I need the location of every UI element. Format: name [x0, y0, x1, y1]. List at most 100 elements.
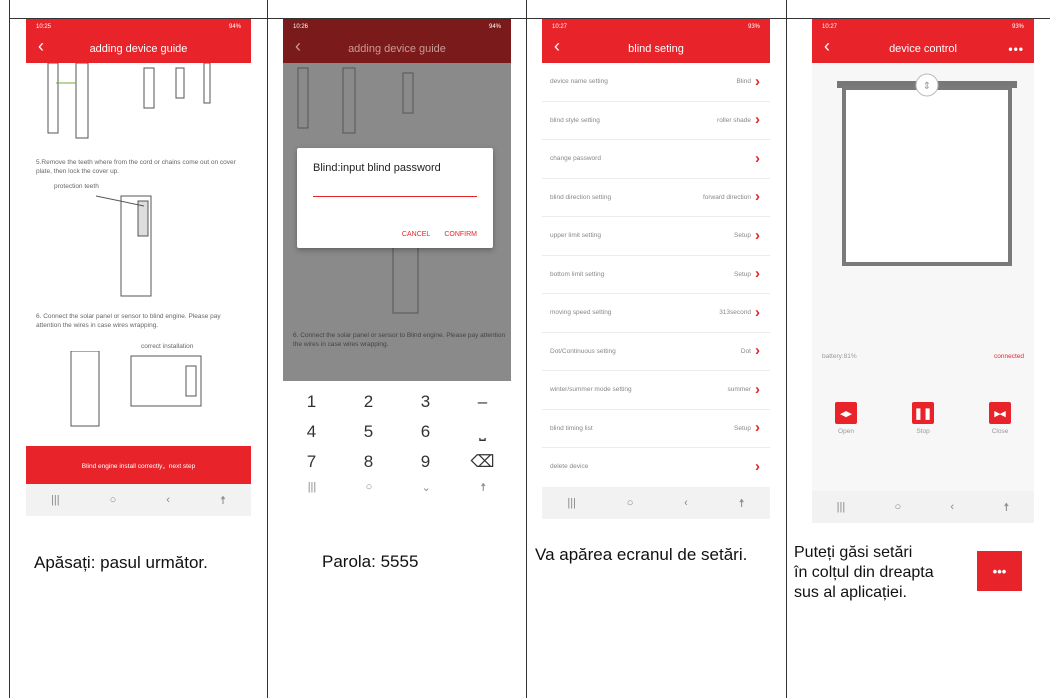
key-9[interactable]: 9 — [397, 452, 454, 472]
open-icon[interactable]: ◂▸ — [835, 402, 857, 424]
setting-label: bottom limit setting — [550, 270, 605, 278]
key-2[interactable]: 2 — [340, 392, 397, 412]
setting-blind-style[interactable]: blind style setting roller shade › — [542, 101, 770, 140]
back-icon[interactable]: ‹ — [38, 36, 44, 57]
home-icon[interactable]: ○ — [110, 494, 117, 506]
space-key-icon[interactable]: ⎵ — [454, 422, 511, 442]
status-battery: 93% — [1011, 23, 1024, 30]
setting-dot-continuous[interactable]: Dot/Continuous setting Dot › — [542, 332, 770, 371]
android-nav-bar: ||| ○ ‹ ☨ — [26, 484, 251, 516]
setting-winter-summer[interactable]: winter/summer mode setting summer › — [542, 371, 770, 410]
key-6[interactable]: 6 — [397, 422, 454, 442]
password-input[interactable] — [313, 196, 477, 197]
status-time: 10:25 — [36, 23, 52, 30]
home-icon[interactable]: ○ — [627, 497, 634, 509]
recents-icon[interactable]: ||| — [51, 494, 60, 506]
setting-value: Dot — [740, 347, 751, 355]
setting-delete-device[interactable]: delete device › — [542, 448, 770, 486]
accessibility-icon[interactable]: ☨ — [480, 481, 486, 494]
stop-control[interactable]: ❚❚ Stop — [903, 402, 943, 435]
setting-moving-speed[interactable]: moving speed setting 313second › — [542, 294, 770, 333]
recents-icon[interactable]: ||| — [308, 481, 317, 493]
table-border — [526, 0, 527, 698]
accessibility-icon[interactable]: ☨ — [1003, 501, 1009, 514]
status-time: 10:27 — [552, 23, 568, 30]
status-time: 10:26 — [293, 23, 309, 30]
setting-value: Setup — [734, 232, 751, 240]
chevron-right-icon: › — [755, 303, 760, 321]
caption-more-menu: Puteți găsi setări în colțul din dreapta… — [794, 543, 934, 603]
key-8[interactable]: 8 — [340, 452, 397, 472]
back-icon[interactable]: ‹ — [295, 36, 301, 57]
blind-preview: ⇕ — [837, 73, 1017, 266]
cancel-button[interactable]: CANCEL — [402, 231, 430, 238]
chevron-right-icon: › — [755, 265, 760, 283]
backspace-key-icon[interactable]: ⌫ — [454, 452, 511, 472]
caption-line: Puteți găsi setări — [794, 544, 913, 561]
step6-text: 6. Connect the solar panel or sensor to … — [36, 313, 221, 329]
chevron-right-icon: › — [755, 188, 760, 206]
setting-label: blind timing list — [550, 424, 593, 432]
caption-password: Parola: 5555 — [322, 552, 419, 571]
phone-screen-password: 10:26 94% ‹ adding device guide 6. Connec… — [283, 19, 511, 497]
status-bar: 10:27 93% — [812, 19, 1034, 34]
accessibility-icon[interactable]: ☨ — [220, 494, 226, 507]
confirm-button[interactable]: CONFIRM — [444, 231, 477, 238]
close-control[interactable]: ▸◂ Close — [980, 402, 1020, 435]
status-time: 10:27 — [822, 23, 838, 30]
app-header: ‹ adding device guide — [26, 34, 251, 63]
key-7[interactable]: 7 — [283, 452, 340, 472]
key-3[interactable]: 3 — [397, 392, 454, 412]
setting-value: Blind — [736, 78, 751, 86]
table-border — [9, 0, 10, 698]
accessibility-icon[interactable]: ☨ — [739, 497, 745, 510]
chevron-right-icon: › — [755, 149, 760, 167]
phone-screen-settings: 10:27 93% ‹ blind seting device name sett… — [542, 19, 770, 519]
pause-icon[interactable]: ❚❚ — [912, 402, 934, 424]
back-nav-icon[interactable]: ‹ — [684, 497, 688, 509]
setting-value: Setup — [734, 270, 751, 278]
android-nav-bar: ||| ○ ‹ ☨ — [812, 491, 1034, 523]
open-label: Open — [838, 428, 854, 435]
caption-next-step: Apăsați: pasul următor. — [34, 553, 208, 572]
drag-handle-icon[interactable]: ⇕ — [923, 81, 931, 92]
setting-label: Dot/Continuous setting — [550, 347, 616, 355]
more-options-icon: ••• — [977, 551, 1022, 591]
setting-value: forward direction — [702, 193, 751, 201]
setting-label: moving speed setting — [550, 309, 612, 317]
home-icon[interactable]: ○ — [366, 481, 373, 493]
back-nav-icon[interactable]: ‹ — [166, 494, 170, 506]
setting-upper-limit[interactable]: upper limit setting Setup › — [542, 217, 770, 256]
setting-bottom-limit[interactable]: bottom limit setting Setup › — [542, 255, 770, 294]
key-4[interactable]: 4 — [283, 422, 340, 442]
setting-timing-list[interactable]: blind timing list Setup › — [542, 409, 770, 448]
hide-keyboard-icon[interactable]: ⌄ — [422, 481, 431, 494]
open-control[interactable]: ◂▸ Open — [826, 402, 866, 435]
background-step-text: 6. Connect the solar panel or sensor to … — [293, 332, 506, 348]
back-icon[interactable]: ‹ — [554, 36, 560, 57]
setting-blind-direction[interactable]: blind direction setting forward direction… — [542, 178, 770, 217]
more-options-icon[interactable]: ••• — [1008, 42, 1024, 56]
connection-status: connected — [994, 353, 1024, 360]
recents-icon[interactable]: ||| — [567, 497, 576, 509]
dimmed-background: 6. Connect the solar panel or sensor to … — [283, 63, 511, 381]
setting-device-name[interactable]: device name setting Blind › — [542, 63, 770, 102]
caption-line: sus al aplicației. — [794, 584, 907, 601]
back-nav-icon[interactable]: ‹ — [950, 501, 954, 513]
setting-change-password[interactable]: change password › — [542, 140, 770, 179]
next-step-button[interactable]: Blind engine install correctly，next step — [26, 446, 251, 484]
back-icon[interactable]: ‹ — [824, 36, 830, 57]
home-icon[interactable]: ○ — [894, 501, 901, 513]
key-5[interactable]: 5 — [340, 422, 397, 442]
app-header: ‹ device control ••• — [812, 34, 1034, 63]
key-minus[interactable]: – — [454, 392, 511, 412]
key-1[interactable]: 1 — [283, 392, 340, 412]
setting-value: roller shade — [717, 116, 751, 124]
app-header: ‹ adding device guide — [283, 34, 511, 63]
step5-text: 5.Remove the teeth where from the cord o… — [36, 159, 236, 175]
close-blind-icon[interactable]: ▸◂ — [989, 402, 1011, 424]
header-title: device control — [889, 42, 957, 55]
setting-label: delete device — [550, 463, 589, 471]
recents-icon[interactable]: ||| — [837, 501, 846, 513]
caption-line: în colțul din dreapta — [794, 564, 934, 581]
